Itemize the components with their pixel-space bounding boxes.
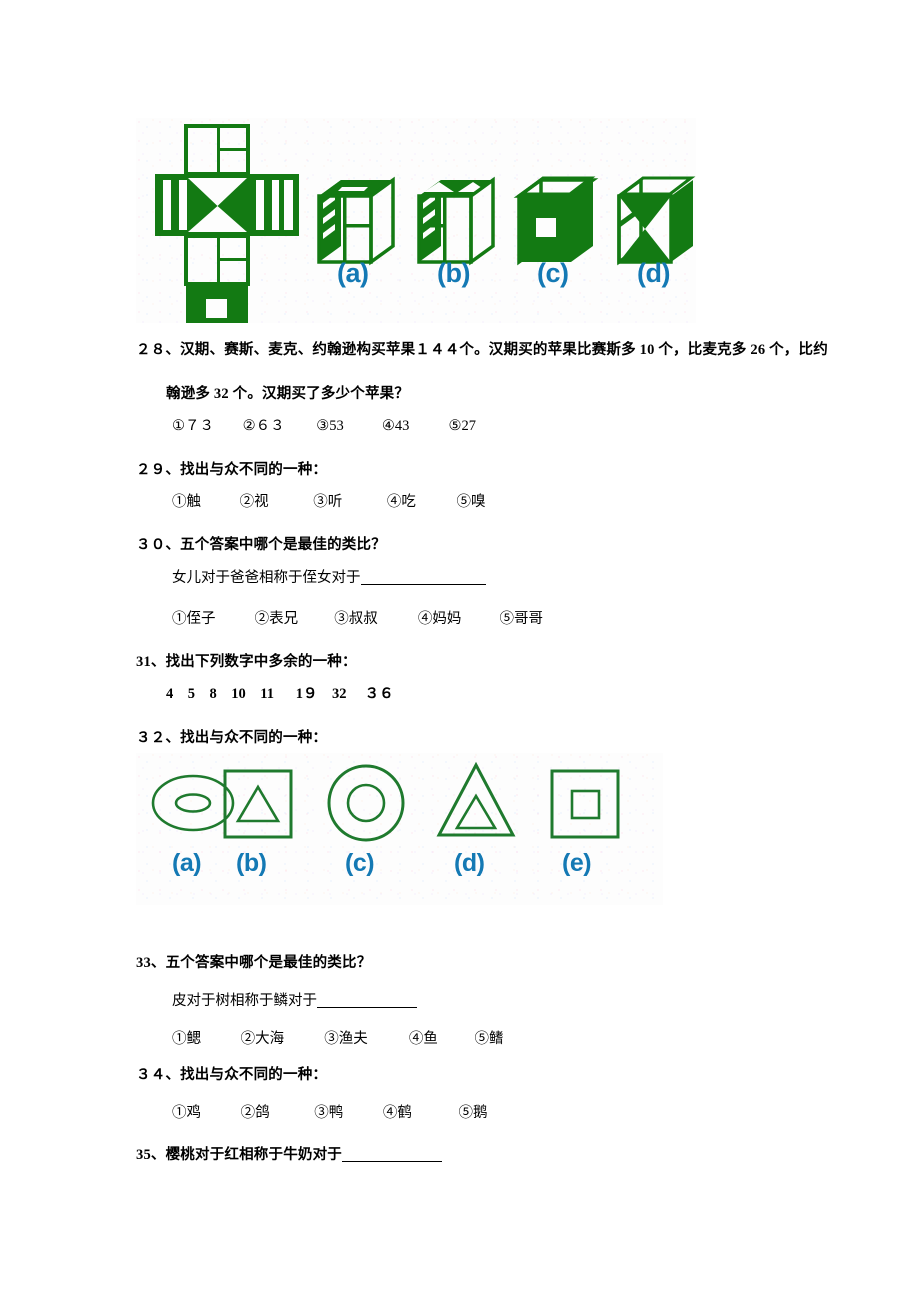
- q28-number: ２８、: [136, 342, 181, 358]
- cube-option-c: [513, 176, 599, 266]
- question-29-title: ２９、找出与众不同的一种：: [136, 458, 327, 479]
- q29-option-3[interactable]: ③听: [313, 490, 383, 511]
- question-28-line1: ２８、汉期、赛斯、麦克、约翰逊构买苹果１４４个。汉期买的苹果比赛斯多 10 个，…: [136, 338, 828, 359]
- cube-option-d: [617, 176, 696, 266]
- q33-option-5[interactable]: ⑤鳍: [475, 1027, 504, 1048]
- cube-net-svg: [155, 124, 696, 332]
- q29-option-5[interactable]: ⑤嗅: [457, 490, 486, 511]
- q33-number: 33、: [136, 955, 166, 971]
- worksheet-page: (a) (b) (c) (d) ２８、汉期、赛斯、麦克、约翰逊构买苹果１４４个。…: [0, 0, 920, 1302]
- question-30-options: ①侄子 ②表兄 ③叔叔 ④妈妈 ⑤哥哥: [172, 607, 543, 628]
- question-33-options: ①鳃 ②大海 ③渔夫 ④鱼 ⑤鳍: [172, 1027, 504, 1048]
- question-35-stem: 35、樱桃对于红相称于牛奶对于: [136, 1143, 443, 1164]
- q35-answer-blank[interactable]: [342, 1161, 443, 1162]
- cube-option-a: [317, 176, 395, 266]
- q30-option-3[interactable]: ③叔叔: [334, 607, 414, 628]
- q33-text: 五个答案中哪个是最佳的类比？: [165, 955, 372, 971]
- q33-stem-text: 皮对于树相称于鳞对于: [172, 993, 317, 1009]
- figure-label-a: (a): [337, 258, 369, 288]
- q29-text: 找出与众不同的一种：: [180, 462, 328, 478]
- question-30-stem: 女儿对于爸爸相称于侄女对于: [172, 566, 486, 587]
- q34-option-1[interactable]: ①鸡: [172, 1101, 237, 1122]
- figure-cube-net: (a) (b) (c) (d): [136, 118, 696, 332]
- q29-number: ２９、: [136, 462, 181, 478]
- question-31-numbers: 4 5 8 10 11 1９ 32 ３６: [166, 686, 394, 702]
- q29-option-4[interactable]: ④吃: [387, 490, 453, 511]
- shape-label-d: (d): [454, 849, 485, 877]
- q30-option-2[interactable]: ②表兄: [255, 607, 331, 628]
- question-34-title: ３４、找出与众不同的一种：: [136, 1063, 327, 1084]
- q28-option-2[interactable]: ②６３: [243, 414, 313, 435]
- q34-option-5[interactable]: ⑤鹅: [459, 1101, 488, 1122]
- q30-option-4[interactable]: ④妈妈: [418, 607, 496, 628]
- question-34-options: ①鸡 ②鸽 ③鸭 ④鹤 ⑤鹅: [172, 1101, 488, 1122]
- q32-text: 找出与众不同的一种：: [180, 730, 328, 746]
- q31-number: 31、: [136, 654, 166, 670]
- q33-option-3[interactable]: ③渔夫: [324, 1027, 405, 1048]
- q28-text1: 汉期、赛斯、麦克、约翰逊构买苹果１４４个。汉期买的苹果比赛斯多 10 个，比麦克…: [180, 342, 828, 358]
- question-28-line2: 翰逊多 32 个。汉期买了多少个苹果？: [166, 386, 410, 402]
- question-31-title: 31、找出下列数字中多余的一种：: [136, 650, 357, 671]
- q35-number: 35、: [136, 1147, 166, 1163]
- shapes-svg: [151, 761, 620, 842]
- q33-answer-blank[interactable]: [317, 1007, 417, 1008]
- figure-label-b: (b): [437, 258, 470, 288]
- q34-text: 找出与众不同的一种：: [180, 1067, 328, 1083]
- cube-option-b: [417, 176, 495, 266]
- q30-stem-text: 女儿对于爸爸相称于侄女对于: [172, 570, 361, 586]
- shape-label-e: (e): [562, 849, 592, 877]
- q29-option-2[interactable]: ②视: [240, 490, 310, 511]
- q29-option-1[interactable]: ①触: [172, 490, 236, 511]
- q34-option-3[interactable]: ③鸭: [314, 1101, 379, 1122]
- q31-text: 找出下列数字中多余的一种：: [165, 654, 357, 670]
- shape-label-b: (b): [236, 849, 267, 877]
- q30-text: 五个答案中哪个是最佳的类比？: [180, 537, 386, 553]
- shape-label-c: (c): [345, 849, 375, 877]
- q28-option-5[interactable]: ⑤27: [449, 418, 477, 435]
- question-33-title: 33、五个答案中哪个是最佳的类比？: [136, 951, 371, 972]
- q28-option-3[interactable]: ③53: [316, 418, 378, 435]
- question-28-options: ①７３ ②６３ ③53 ④43 ⑤27: [172, 414, 476, 435]
- q30-option-1[interactable]: ①侄子: [172, 607, 251, 628]
- q35-stem-text: 樱桃对于红相称于牛奶对于: [165, 1147, 343, 1163]
- figure-label-d: (d): [637, 258, 670, 288]
- question-32-title: ３２、找出与众不同的一种：: [136, 726, 327, 747]
- figure-label-c: (c): [537, 258, 569, 288]
- shape-label-a: (a): [172, 849, 202, 877]
- q30-option-5[interactable]: ⑤哥哥: [500, 607, 544, 628]
- question-29-options: ①触 ②视 ③听 ④吃 ⑤嗅: [172, 490, 486, 511]
- q28-option-1[interactable]: ①７３: [172, 414, 239, 435]
- figure-shapes: (a) (b) (c) (d) (e): [136, 753, 663, 905]
- q30-number: ３０、: [136, 537, 181, 553]
- q34-option-2[interactable]: ②鸽: [241, 1101, 311, 1122]
- q33-option-1[interactable]: ①鳃: [172, 1027, 237, 1048]
- q28-option-4[interactable]: ④43: [382, 418, 445, 435]
- q30-answer-blank[interactable]: [360, 584, 486, 585]
- q34-number: ３４、: [136, 1067, 181, 1083]
- q34-option-4[interactable]: ④鹤: [383, 1101, 455, 1122]
- q32-number: ３２、: [136, 730, 181, 746]
- q33-option-4[interactable]: ④鱼: [409, 1027, 471, 1048]
- question-33-stem: 皮对于树相称于鳞对于: [172, 989, 417, 1010]
- question-30-title: ３０、五个答案中哪个是最佳的类比？: [136, 533, 386, 554]
- q33-option-2[interactable]: ②大海: [241, 1027, 321, 1048]
